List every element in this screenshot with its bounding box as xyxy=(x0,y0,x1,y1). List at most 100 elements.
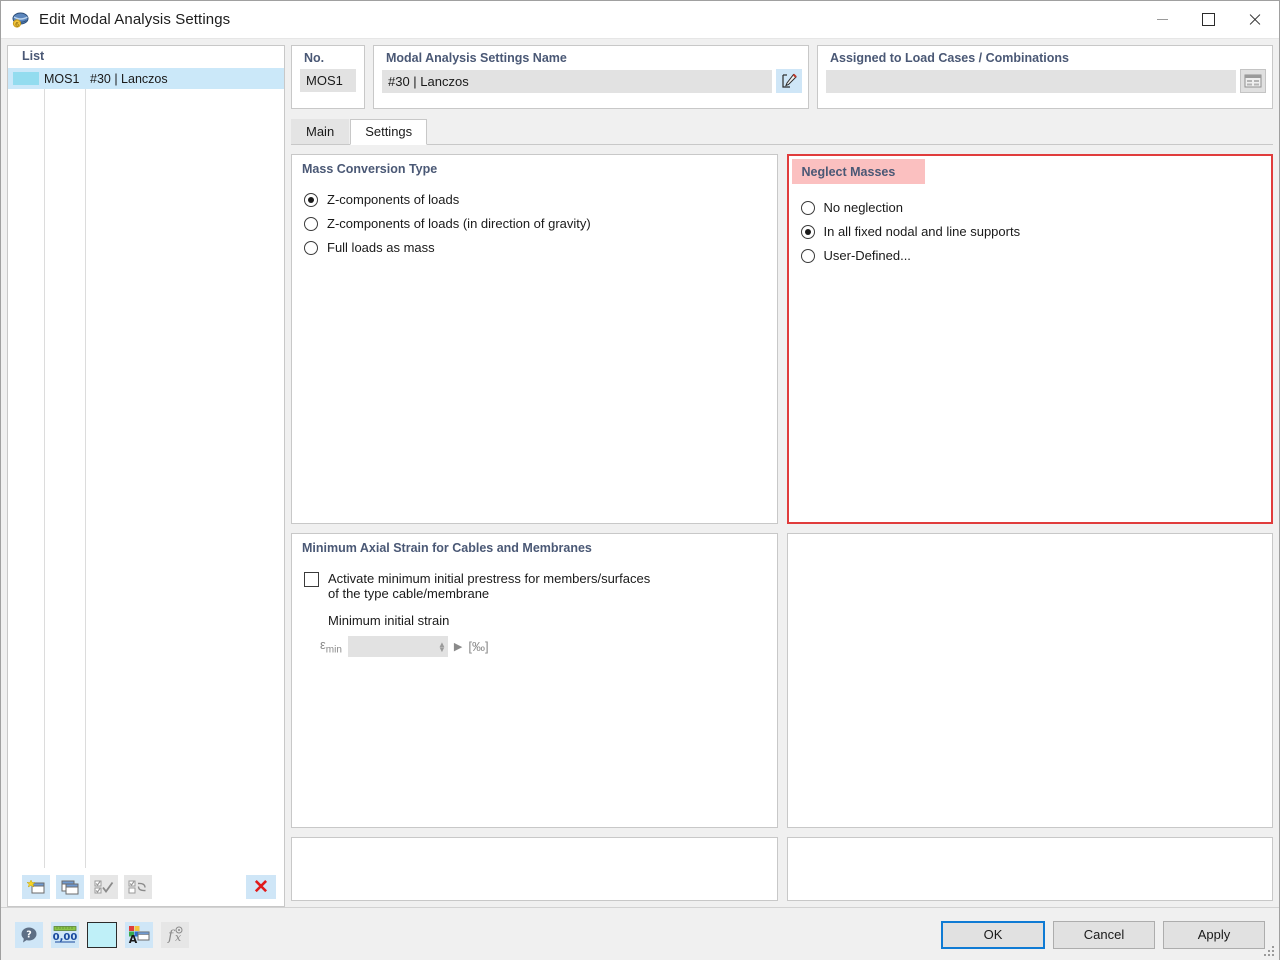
neglect-masses-panel: Neglect Masses No neglection In all fixe… xyxy=(786,154,1273,524)
radio-user-defined[interactable]: User-Defined... xyxy=(800,248,1272,263)
dialog-body: List MOS1 #30 | Lanczos ✕ No. MOS1 Modal… xyxy=(1,39,1279,907)
minimum-axial-strain-panel: Minimum Axial Strain for Cables and Memb… xyxy=(291,533,778,828)
settings-tab-content: Mass Conversion Type Z-components of loa… xyxy=(291,145,1273,907)
empty-panel-right-middle xyxy=(786,533,1273,828)
radio-label: Z-components of loads xyxy=(327,192,460,207)
epsilon-subscript: min xyxy=(325,644,342,656)
name-field[interactable]: #30 | Lanczos xyxy=(382,69,772,93)
display-properties-button[interactable]: A xyxy=(125,921,153,948)
epsilon-min-label: εmin xyxy=(320,637,342,656)
radio-label: No neglection xyxy=(823,200,904,215)
minimum-axial-strain-title: Minimum Axial Strain for Cables and Memb… xyxy=(302,541,592,555)
new-entry-button[interactable] xyxy=(22,875,50,899)
minimum-initial-strain-input[interactable]: ▲ ▼ xyxy=(347,636,448,657)
checkbox-label-line1: Activate minimum initial prestress for m… xyxy=(328,571,651,586)
assigned-groupbox: Assigned to Load Cases / Combinations xyxy=(817,45,1273,109)
name-groupbox-title: Modal Analysis Settings Name xyxy=(386,51,567,65)
apply-button[interactable]: Apply xyxy=(1163,920,1265,949)
decimal-places-button[interactable]: 0,00 xyxy=(51,921,79,948)
assigned-groupbox-title: Assigned to Load Cases / Combinations xyxy=(830,51,1069,65)
tab-main[interactable]: Main xyxy=(291,119,350,144)
no-field[interactable]: MOS1 xyxy=(300,69,356,92)
window-title: Edit Modal Analysis Settings xyxy=(39,11,231,28)
mass-conversion-title: Mass Conversion Type xyxy=(302,162,438,176)
mass-conversion-options: Z-components of loads Z-components of lo… xyxy=(292,192,777,255)
modal-analysis-icon: 6 xyxy=(11,10,31,30)
content-area: No. MOS1 Modal Analysis Settings Name #3… xyxy=(291,45,1273,907)
list-header: List xyxy=(8,46,284,68)
tab-strip: Main Settings xyxy=(291,117,1273,145)
svg-text:6: 6 xyxy=(15,21,19,28)
delete-entry-button[interactable]: ✕ xyxy=(246,875,276,899)
list-body[interactable]: MOS1 #30 | Lanczos xyxy=(8,68,284,868)
list-column-divider-2 xyxy=(85,68,86,868)
empty-panel-bottom-right xyxy=(786,837,1273,901)
assigned-field[interactable] xyxy=(826,69,1236,93)
empty-panel-bottom-left xyxy=(291,837,778,901)
help-button[interactable]: ? xyxy=(15,921,43,948)
neglect-masses-title: Neglect Masses xyxy=(791,159,926,184)
minimize-button[interactable] xyxy=(1139,1,1185,39)
invert-selection-button[interactable] xyxy=(124,875,152,899)
radio-label: In all fixed nodal and line supports xyxy=(823,224,1021,239)
list-panel: List MOS1 #30 | Lanczos ✕ xyxy=(7,45,285,907)
copy-entry-button[interactable] xyxy=(56,875,84,899)
maximize-button[interactable] xyxy=(1185,1,1231,39)
tab-settings[interactable]: Settings xyxy=(350,119,428,145)
edit-name-button[interactable] xyxy=(776,69,802,93)
radio-indicator xyxy=(304,241,318,255)
svg-text:0,00: 0,00 xyxy=(53,932,77,943)
minimum-initial-strain-label: Minimum initial strain xyxy=(328,613,450,628)
assigned-field-row xyxy=(826,69,1266,93)
ok-button[interactable]: OK xyxy=(941,920,1045,949)
color-swatch-button[interactable] xyxy=(87,921,117,948)
edit-modal-analysis-settings-dialog: 6 Edit Modal Analysis Settings List MOS1… xyxy=(0,0,1280,960)
checkbox-indicator xyxy=(304,572,319,587)
minimum-initial-strain-unit: [‰] xyxy=(468,639,489,654)
radio-label: Full loads as mass xyxy=(327,240,435,255)
radio-z-components-of-loads[interactable]: Z-components of loads xyxy=(304,192,777,207)
assigned-picker-button[interactable] xyxy=(1240,69,1266,93)
radio-indicator xyxy=(800,249,815,263)
no-groupbox-title: No. xyxy=(304,51,325,65)
no-groupbox: No. MOS1 xyxy=(291,45,365,109)
radio-z-components-gravity[interactable]: Z-components of loads (in direction of g… xyxy=(304,216,777,231)
dialog-footer: ? 0,00 A f x OK Cancel Apply xyxy=(1,907,1279,960)
radio-full-loads-as-mass[interactable]: Full loads as mass xyxy=(304,240,777,255)
svg-text:A: A xyxy=(129,933,138,945)
mass-conversion-panel: Mass Conversion Type Z-components of loa… xyxy=(291,154,778,524)
radio-indicator xyxy=(304,193,318,207)
list-column-divider-1 xyxy=(44,68,45,868)
cancel-button[interactable]: Cancel xyxy=(1053,920,1155,949)
radio-indicator xyxy=(800,201,815,215)
svg-text:?: ? xyxy=(26,929,32,940)
header-boxes: No. MOS1 Modal Analysis Settings Name #3… xyxy=(291,45,1273,109)
radio-indicator xyxy=(800,225,815,239)
spinner-more-icon[interactable]: ▶ xyxy=(454,640,462,653)
minimum-axial-strain-body: Activate minimum initial prestress for m… xyxy=(292,571,777,657)
checkbox-label-line2: of the type cable/membrane xyxy=(328,586,490,601)
name-groupbox: Modal Analysis Settings Name #30 | Lancz… xyxy=(373,45,809,109)
close-button[interactable] xyxy=(1231,1,1279,39)
list-item[interactable]: MOS1 #30 | Lanczos xyxy=(8,68,284,89)
checkbox-label: Activate minimum initial prestress for m… xyxy=(328,571,650,601)
minimum-initial-strain-row: εmin ▲ ▼ ▶ [‰] xyxy=(320,636,777,657)
radio-all-fixed-nodal-line-supports[interactable]: In all fixed nodal and line supports xyxy=(800,224,1272,239)
resize-grip[interactable] xyxy=(1264,945,1275,956)
checkbox-activate-minimum-prestress[interactable]: Activate minimum initial prestress for m… xyxy=(304,571,777,601)
title-bar: 6 Edit Modal Analysis Settings xyxy=(1,1,1279,39)
list-item-no: MOS1 xyxy=(44,71,80,86)
spinner-arrows-icon[interactable]: ▲ ▼ xyxy=(438,640,446,653)
neglect-masses-options: No neglection In all fixed nodal and lin… xyxy=(789,200,1272,263)
radio-no-neglection[interactable]: No neglection xyxy=(800,200,1272,215)
radio-label: Z-components of loads (in direction of g… xyxy=(327,216,591,231)
radio-indicator xyxy=(304,217,318,231)
radio-label: User-Defined... xyxy=(823,248,911,263)
list-toolbar: ✕ xyxy=(8,868,284,906)
name-field-row: #30 | Lanczos xyxy=(382,69,802,93)
list-item-name: #30 | Lanczos xyxy=(90,71,168,86)
select-all-button[interactable] xyxy=(90,875,118,899)
delete-x-icon: ✕ xyxy=(253,876,269,898)
formula-button[interactable]: f x xyxy=(161,921,189,948)
list-item-color-swatch xyxy=(13,72,39,85)
